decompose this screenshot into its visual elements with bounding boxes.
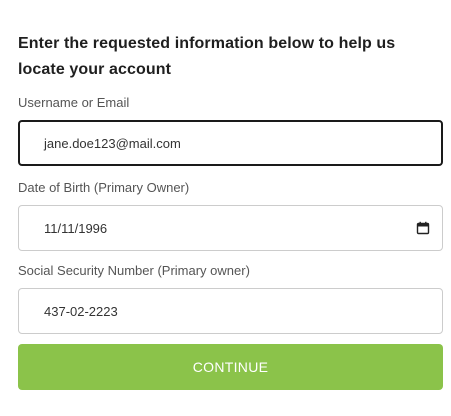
username-value: jane.doe123@mail.com — [44, 135, 181, 151]
calendar-icon[interactable] — [416, 221, 430, 235]
dob-value: 11/11/1996 — [44, 220, 108, 236]
username-input[interactable]: jane.doe123@mail.com — [18, 120, 443, 166]
username-label: Username or Email — [18, 95, 130, 110]
ssn-label: Social Security Number (Primary owner) — [18, 263, 250, 278]
continue-button[interactable]: CONTINUE — [18, 344, 443, 390]
form-heading: Enter the requested information below to… — [18, 35, 396, 78]
ssn-value: 437-02-2223 — [44, 303, 118, 319]
account-lookup-form: Enter the requested information below to… — [18, 0, 443, 390]
dob-input[interactable]: 11/11/1996 — [18, 205, 443, 251]
ssn-input[interactable]: 437-02-2223 — [18, 288, 443, 334]
dob-label: Date of Birth (Primary Owner) — [18, 180, 190, 195]
